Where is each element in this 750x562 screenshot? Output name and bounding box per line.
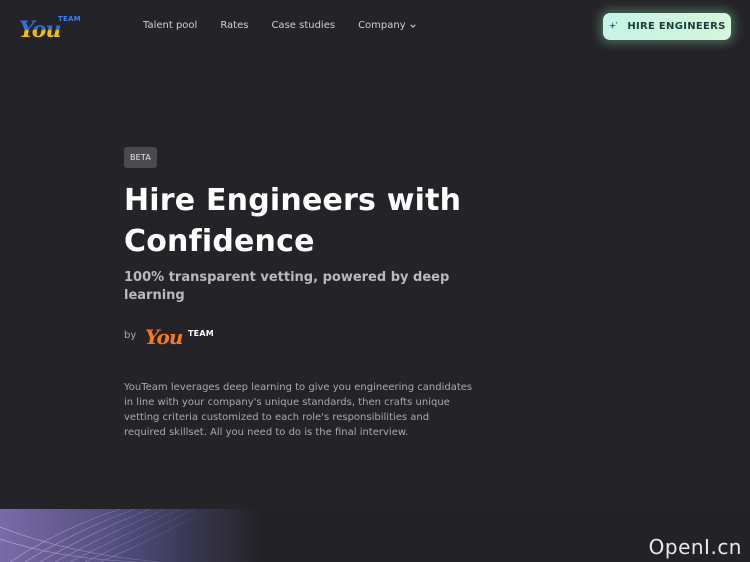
hero-subtitle: 100% transparent vetting, powered by dee…: [124, 270, 450, 303]
page: You TEAM Talent pool Rates Case studies …: [0, 0, 750, 562]
by-youteam: by You TEAM: [124, 325, 244, 353]
hero-title: Hire Engineers with Confidence: [124, 183, 462, 259]
beta-badge: BETA: [124, 147, 157, 168]
hero-description: YouTeam leverages deep learning to give …: [124, 382, 473, 438]
by-logo-suffix: TEAM: [188, 329, 214, 338]
nav-company[interactable]: Company: [358, 20, 416, 31]
nav-case-studies[interactable]: Case studies: [271, 20, 335, 31]
logo-suffix: TEAM: [58, 15, 81, 23]
nav-rates[interactable]: Rates: [220, 20, 248, 31]
by-logo-mark: You: [145, 325, 183, 349]
youteam-logo[interactable]: You TEAM: [19, 13, 81, 43]
hire-engineers-button[interactable]: HIRE ENGINEERS: [603, 13, 731, 40]
main-nav: Talent pool Rates Case studies Company: [143, 20, 439, 31]
logo-mark: You: [19, 17, 61, 43]
sparkle-icon: [609, 21, 619, 30]
watermark: OpenI.cn: [648, 535, 742, 559]
by-label: by: [124, 330, 137, 341]
decorative-lines-art: [0, 509, 260, 562]
chevron-down-icon: [410, 23, 416, 28]
hire-engineers-label: HIRE ENGINEERS: [627, 21, 726, 32]
nav-talent-pool[interactable]: Talent pool: [143, 20, 197, 31]
nav-company-label: Company: [358, 20, 406, 31]
